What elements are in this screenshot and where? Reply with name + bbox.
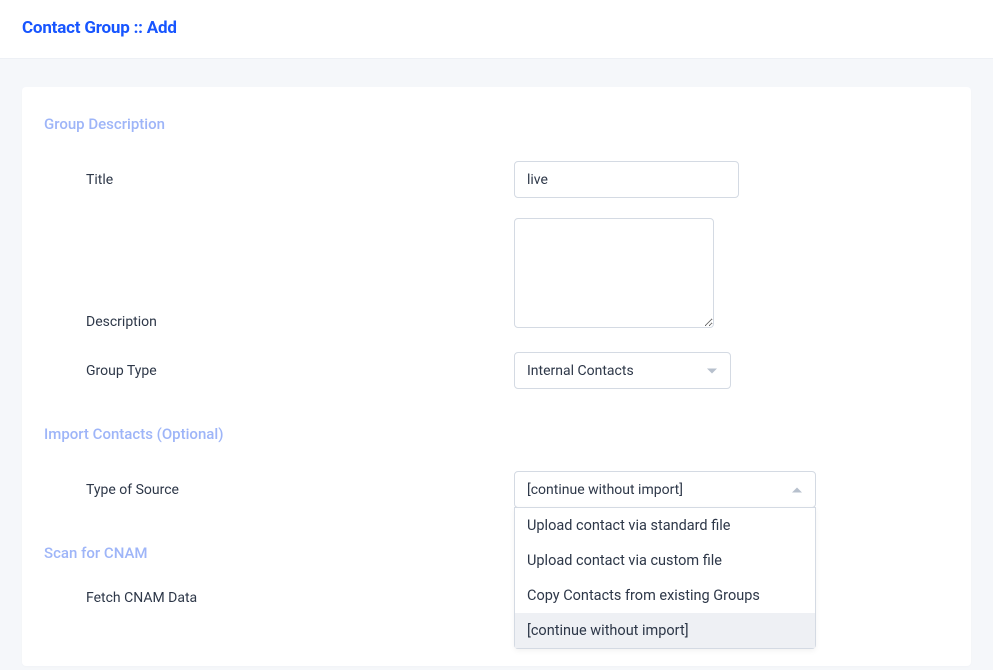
chevron-up-icon [792,487,802,492]
row-title: Title [44,161,949,198]
label-col: Title [44,161,514,198]
dropdown-option-custom-file[interactable]: Upload contact via custom file [515,543,815,578]
source-type-select[interactable]: [continue without import] [514,471,816,508]
fetch-cnam-label: Fetch CNAM Data [86,590,197,606]
content-wrapper: Group Description Title Description Grou… [0,59,993,666]
source-type-label: Type of Source [86,482,179,498]
dropdown-option-existing-groups[interactable]: Copy Contacts from existing Groups [515,578,815,613]
source-type-dropdown: Upload contact via standard file Upload … [514,507,816,649]
label-col: Group Type [44,352,514,389]
dropdown-option-standard-file[interactable]: Upload contact via standard file [515,508,815,543]
row-source-type: Type of Source [continue without import]… [44,471,949,508]
page-title: Contact Group :: Add [22,18,971,38]
page-header: Contact Group :: Add [0,0,993,59]
description-textarea[interactable] [514,218,714,328]
input-col [514,161,949,198]
group-type-label: Group Type [86,363,157,379]
form-card: Group Description Title Description Grou… [22,87,971,666]
section-heading-import-contacts: Import Contacts (Optional) [44,425,949,443]
section-heading-group-description: Group Description [44,115,949,133]
input-col: Internal Contacts [514,352,949,389]
source-type-selected-value: [continue without import] [527,482,683,498]
input-col [514,218,949,332]
description-label: Description [86,314,157,330]
title-input[interactable] [514,161,739,198]
label-col: Fetch CNAM Data [44,590,514,606]
group-type-selected-value: Internal Contacts [527,363,634,379]
title-label: Title [86,172,113,188]
dropdown-option-continue-without[interactable]: [continue without import] [515,613,815,648]
group-type-select-wrap: Internal Contacts [514,352,731,389]
row-group-type: Group Type Internal Contacts [44,352,949,389]
source-type-select-wrap: [continue without import] Upload contact… [514,471,816,508]
label-col: Type of Source [44,471,514,508]
input-col: [continue without import] Upload contact… [514,471,949,508]
group-type-select[interactable]: Internal Contacts [514,352,731,389]
row-description: Description [44,218,949,332]
label-col: Description [44,314,514,332]
chevron-down-icon [707,368,717,373]
